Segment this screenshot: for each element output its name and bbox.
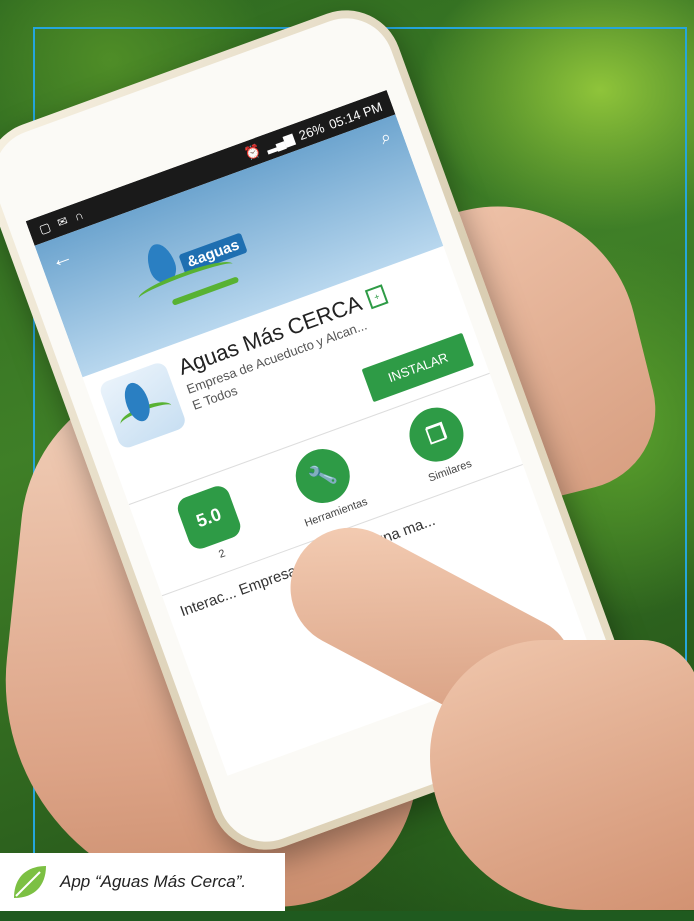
- headphones-icon: ∩: [72, 207, 86, 224]
- search-icon[interactable]: ⌕: [377, 126, 394, 149]
- rating-value: 5.0: [174, 482, 244, 553]
- battery-percent: 26%: [296, 119, 327, 143]
- everyone-rating-icon: E: [190, 395, 204, 413]
- leaf-icon: [14, 866, 46, 898]
- back-arrow-icon[interactable]: ←: [47, 242, 77, 274]
- caption-text: App “Aguas Más Cerca”.: [60, 872, 247, 891]
- rating-badge[interactable]: 5.0 2: [157, 477, 266, 575]
- alarm-icon: ⏰: [242, 142, 263, 162]
- wishlist-icon[interactable]: +: [365, 284, 389, 310]
- wrench-icon: 🔧: [288, 441, 358, 511]
- caption-box: App “Aguas Más Cerca”.: [0, 853, 285, 911]
- similar-badge[interactable]: ❐ Similares: [385, 394, 494, 492]
- mail-icon: ✉: [55, 213, 70, 231]
- tools-badge[interactable]: 🔧 Herramientas: [271, 435, 380, 533]
- aguas-logo: &aguas: [114, 218, 251, 325]
- notification-icon: ▢: [37, 219, 53, 237]
- cards-icon: ❐: [402, 399, 472, 470]
